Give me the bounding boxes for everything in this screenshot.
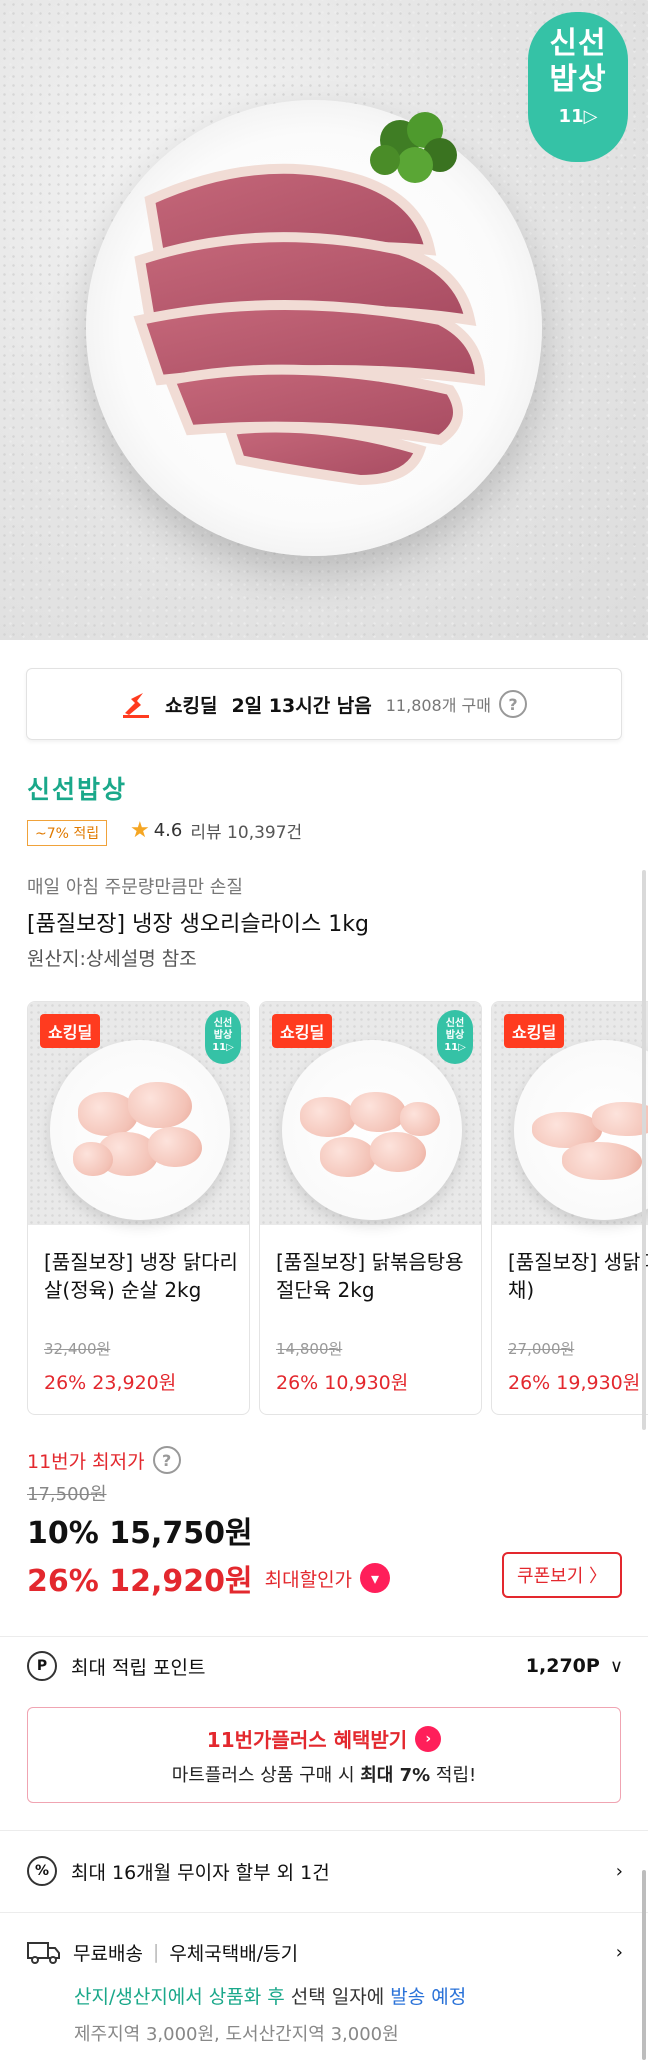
deal-time-left: 2일 13시간 남음 (231, 694, 372, 717)
shipping-label: 무료배송 (73, 1942, 143, 1965)
chevron-right-icon[interactable]: › (616, 1942, 623, 1963)
percent-icon: % (27, 1856, 57, 1886)
plus-desc-bold: 최대 7% (360, 1765, 431, 1786)
badge-line1: 신선 (549, 26, 607, 61)
points-label: 최대 적립 포인트 (71, 1656, 206, 1679)
divider (0, 1636, 648, 1637)
rating-score: 4.6 (153, 820, 183, 841)
shocking-deal-bar[interactable]: 쇼킹딜 2일 13시간 남음 11,808개 구매 ? (26, 668, 622, 740)
shipping-select-note: 선택 일자에 (284, 1986, 391, 2008)
card-original-price: 27,000원 (508, 1340, 575, 1358)
shipping-schedule: 산지/생산지에서 상품화 후 선택 일자에 발송 예정 (74, 1982, 466, 2009)
card-product-name: [품질보장] 닭볶음탕용 절단육 2kg (276, 1250, 464, 1302)
price-10-percent: 10% 15,750원 (27, 1516, 253, 1551)
installment-label: 최대 16개월 무이자 할부 외 1건 (71, 1861, 330, 1884)
card-original-price: 14,800원 (276, 1340, 343, 1358)
seller-name[interactable]: 신선밥상 (27, 770, 127, 806)
shipping-dispatch-note: 발송 예정 (390, 1986, 467, 2008)
shipping-extra-fee: 제주지역 3,000원, 도서산간지역 3,000원 (74, 2024, 399, 2045)
related-product-card[interactable]: 쇼킹딜 신선 밥상 11▷ [품질보장] 닭볶음탕용 절단육 2kg 14,800원… (259, 1001, 482, 1415)
scrollbar-track (642, 870, 646, 1430)
related-product-card[interactable]: 쇼킹딜 [품질보장] 생닭다리(북채) 27,000원 26% 19,930원 (491, 1001, 648, 1415)
plus-benefit-box[interactable]: 11번가플러스 혜택받기 › 마트플러스 상품 구매 시 최대 7% 적립! (27, 1707, 621, 1803)
shipping-carrier: 우체국택배/등기 (169, 1942, 299, 1965)
product-title: [품질보장] 냉장 생오리슬라이스 1kg (27, 912, 369, 937)
max-discount-label: 최대할인가 (264, 1568, 353, 1591)
badge-line2: 밥상 (549, 62, 607, 97)
chevron-down-icon[interactable]: ∨ (610, 1656, 623, 1677)
deal-tag: 쇼킹딜 (272, 1014, 333, 1048)
card-product-name: [품질보장] 냉장 닭다리살(정육) 순살 2kg (44, 1250, 238, 1302)
truck-icon (27, 1942, 60, 1964)
divider (0, 1830, 648, 1831)
related-product-card[interactable]: 쇼킹딜 신선 밥상 11▷ [품질보장] 냉장 닭다리살(정육) 순살 2kg 32… (27, 1001, 250, 1415)
price-26-percent: 26% 12,920원 (27, 1564, 253, 1599)
chevron-right-icon[interactable]: › (616, 1861, 623, 1882)
related-products-carousel[interactable]: 쇼킹딜 신선 밥상 11▷ [품질보장] 냉장 닭다리살(정육) 순살 2kg 32… (27, 1001, 648, 1416)
product-hero-image[interactable]: 신선 밥상 11▷ (0, 0, 648, 640)
parsley-garnish (370, 112, 457, 183)
product-subcopy: 매일 아침 주문량만큼만 손질 (27, 877, 243, 898)
plus-desc-pre: 마트플러스 상품 구매 시 (171, 1765, 361, 1786)
deal-tag: 쇼킹딜 (504, 1014, 565, 1048)
rating[interactable]: ★ 4.6 리뷰 10,397건 (130, 818, 302, 843)
card-sale-price: 26% 19,930원 (508, 1372, 641, 1394)
max-discount-price[interactable]: 26% 12,920원 최대할인가 ▾ (27, 1556, 391, 1600)
shipping-origin-note: 산지/생산지에서 상품화 후 (74, 1986, 285, 2008)
help-icon[interactable]: ? (498, 690, 527, 718)
deal-tag: 쇼킹딜 (40, 1014, 101, 1048)
lowest-price-text: 11번가 최저가 (27, 1450, 145, 1473)
shocking-deal-icon (123, 693, 149, 718)
review-count[interactable]: 리뷰 10,397건 (190, 818, 302, 843)
chevron-right-icon[interactable]: › (415, 1725, 442, 1752)
point-icon: P (27, 1651, 57, 1681)
shipping-row[interactable]: 무료배송 | 우체국택배/등기 › (27, 1938, 623, 1966)
scrollbar-thumb[interactable] (642, 1870, 646, 2060)
card-sale-price: 26% 23,920원 (44, 1372, 177, 1394)
installment-row[interactable]: % 최대 16개월 무이자 할부 외 1건 › (27, 1856, 623, 1886)
coupon-button[interactable]: 쿠폰보기 〉 (502, 1552, 622, 1598)
plus-desc-post: 적립! (430, 1765, 477, 1786)
help-icon[interactable]: ? (152, 1446, 181, 1474)
plus-title: 11번가플러스 혜택받기 (206, 1728, 408, 1752)
badge-logo: 11▷ (558, 106, 598, 127)
divider (0, 1912, 648, 1913)
card-product-name: [품질보장] 생닭다리(북채) (508, 1250, 648, 1302)
brand-mini-badge: 신선 밥상 11▷ (437, 1010, 473, 1064)
card-sale-price: 26% 10,930원 (276, 1372, 409, 1394)
deal-purchase-count: 11,808개 구매 (385, 696, 491, 715)
deal-label: 쇼킹딜 (165, 694, 218, 717)
product-origin: 원산지:상세설명 참조 (27, 948, 197, 970)
star-icon: ★ (130, 818, 150, 843)
brand-badge[interactable]: 신선 밥상 11▷ (528, 12, 628, 162)
points-row[interactable]: P 최대 적립 포인트 1,270P ∨ (27, 1651, 623, 1681)
lowest-price-label[interactable]: 11번가 최저가 ? (27, 1446, 181, 1474)
brand-mini-badge: 신선 밥상 11▷ (205, 1010, 241, 1064)
original-price: 17,500원 (27, 1484, 107, 1505)
point-tag: ~7% 적립 (27, 820, 108, 846)
points-value: 1,270P (525, 1655, 600, 1677)
shipping-separator: | (152, 1941, 160, 1963)
chevron-down-icon[interactable]: ▾ (360, 1563, 391, 1593)
card-original-price: 32,400원 (44, 1340, 111, 1358)
